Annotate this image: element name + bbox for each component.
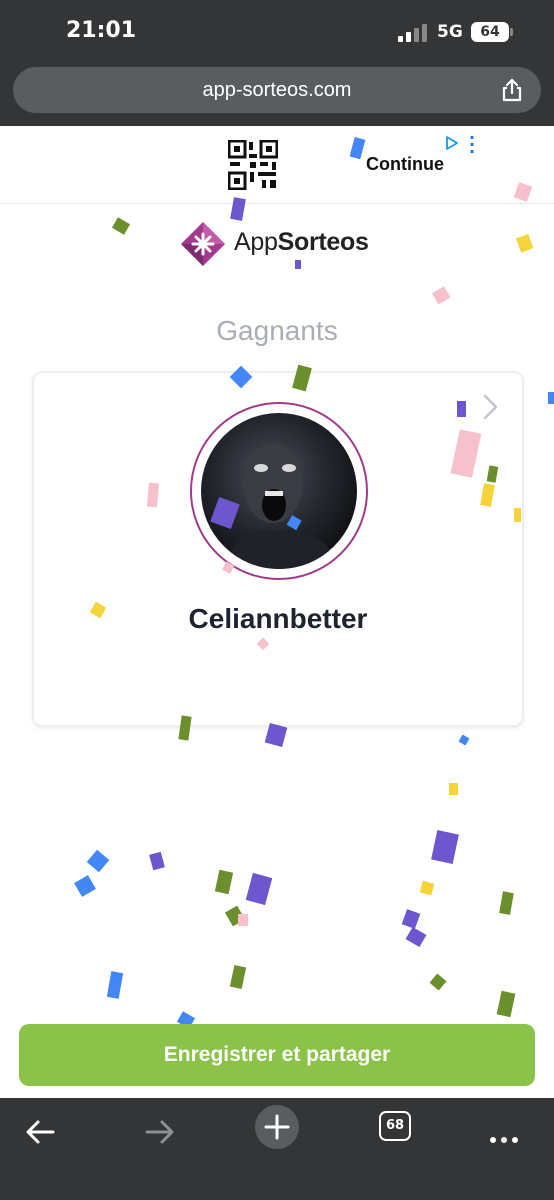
brand-name-bold: Sorteos — [277, 228, 369, 256]
brand-logo-text: AppSorteos — [234, 228, 369, 257]
confetti-piece — [429, 973, 447, 991]
confetti-piece — [238, 914, 248, 926]
confetti-piece — [106, 971, 124, 999]
confetti-piece — [515, 234, 534, 253]
battery-level: 64 — [471, 22, 509, 42]
share-icon[interactable] — [499, 77, 525, 103]
ad-choices-icon[interactable] — [445, 136, 459, 150]
browser-bottom-toolbar: 68 — [0, 1098, 554, 1200]
network-type: 5G — [437, 22, 463, 42]
avatar-photo — [221, 443, 341, 569]
confetti-piece — [214, 869, 234, 895]
new-tab-plus-icon[interactable] — [254, 1104, 300, 1150]
section-title: Gagnants — [216, 315, 338, 346]
confetti-piece — [458, 734, 470, 746]
url-text[interactable]: app-sorteos.com — [13, 79, 541, 102]
confetti-piece — [449, 783, 458, 795]
confetti-piece — [111, 217, 131, 235]
confetti-piece — [224, 905, 246, 927]
winner-card[interactable]: Celiannbetter — [32, 371, 524, 727]
confetti-piece — [149, 851, 165, 871]
confetti-piece — [419, 880, 435, 896]
confetti-piece — [229, 964, 247, 990]
tab-count-button[interactable]: 68 — [379, 1111, 411, 1141]
confetti-piece — [295, 260, 301, 269]
ad-banner[interactable]: Continue · · · — [0, 126, 554, 204]
browser-top-bar: 21:01 5G 64 app-sorteos.com — [0, 0, 554, 126]
confetti-piece — [245, 872, 273, 906]
ad-continue-button[interactable]: Continue — [366, 154, 444, 175]
confetti-piece — [401, 909, 421, 929]
confetti-piece — [405, 926, 427, 948]
brand-name-regular: App — [234, 228, 278, 256]
confetti-piece — [499, 891, 514, 915]
avatar-ring — [190, 402, 368, 580]
confetti-piece — [86, 849, 110, 873]
status-time: 21:01 — [66, 18, 137, 43]
winner-name: Celiannbetter — [188, 603, 368, 634]
confetti-piece — [431, 286, 451, 305]
signal-icon — [398, 24, 427, 42]
appsorteos-logo-icon — [181, 222, 225, 266]
confetti-piece — [496, 990, 516, 1018]
back-arrow-icon[interactable] — [19, 1110, 63, 1154]
forward-arrow-icon[interactable] — [137, 1110, 181, 1154]
ad-menu-icon[interactable]: · · · — [469, 130, 475, 160]
address-bar[interactable]: app-sorteos.com — [13, 67, 541, 113]
qr-code-icon — [228, 140, 278, 190]
confetti-piece — [548, 392, 554, 404]
confetti-piece — [74, 875, 96, 897]
more-dots-icon[interactable] — [483, 1110, 527, 1154]
battery-tip — [510, 28, 513, 36]
confetti-piece — [431, 830, 459, 864]
chevron-right-icon[interactable] — [480, 393, 500, 421]
save-and-share-button[interactable]: Enregistrer et partager — [19, 1024, 535, 1086]
winner-avatar — [201, 413, 357, 569]
